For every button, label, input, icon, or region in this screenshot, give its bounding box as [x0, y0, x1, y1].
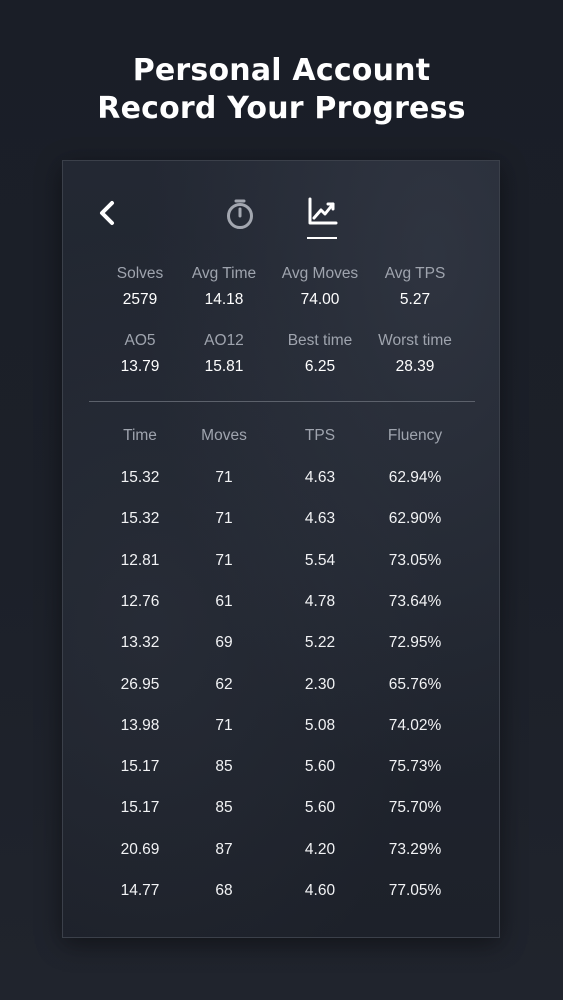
stat-label: Avg Moves [281, 265, 359, 282]
stat-value: 6.25 [304, 358, 336, 375]
solve-tps: 2.30 [304, 675, 336, 693]
stat-ao12: AO12 15.81 [174, 331, 274, 377]
solve-fluency: 72.95% [388, 634, 442, 652]
solve-moves: 87 [215, 840, 233, 858]
solve-fluency: 62.90% [388, 510, 442, 528]
table-row[interactable]: 15.17 85 5.60 75.73% [63, 755, 499, 779]
solve-fluency: 73.05% [388, 551, 442, 569]
stat-avg-moves: Avg Moves 74.00 [270, 264, 370, 310]
solve-fluency: 73.64% [388, 592, 442, 610]
solve-moves: 71 [215, 716, 233, 734]
solve-moves: 71 [215, 551, 233, 569]
table-row[interactable]: 15.32 71 4.63 62.94% [63, 466, 499, 490]
line-chart-icon [308, 197, 338, 225]
stats-card: Solves 2579 Avg Time 14.18 Avg Moves 74.… [62, 160, 500, 938]
stats-toolbar [63, 161, 499, 251]
solve-moves: 68 [215, 882, 233, 899]
solve-tps: 5.08 [304, 716, 336, 734]
table-row[interactable]: 15.17 85 5.60 75.70% [63, 796, 499, 820]
stat-value: 15.81 [204, 358, 244, 375]
table-row[interactable]: 13.32 69 5.22 72.95% [63, 631, 499, 655]
chevron-left-icon [100, 201, 114, 225]
stat-label: AO12 [204, 332, 244, 349]
solve-moves: 62 [215, 675, 233, 693]
column-header-moves: Moves [201, 427, 247, 444]
headline-line-2: Record Your Progress [97, 91, 466, 126]
stat-avg-tps: Avg TPS 5.27 [365, 264, 465, 310]
solve-fluency: 77.05% [388, 882, 442, 899]
back-button[interactable] [91, 197, 123, 229]
solve-moves: 61 [215, 592, 233, 610]
promo-headline: Personal Account Record Your Progress [0, 52, 563, 128]
table-row[interactable]: 26.95 62 2.30 65.76% [63, 673, 499, 697]
stats-tab[interactable] [303, 195, 341, 239]
solve-tps: 5.54 [304, 551, 336, 569]
table-header: Time Moves TPS Fluency [63, 424, 499, 448]
table-row[interactable]: 15.32 71 4.63 62.90% [63, 507, 499, 531]
stopwatch-icon [227, 199, 253, 229]
solve-moves: 69 [215, 634, 233, 652]
solve-fluency: 75.73% [388, 758, 442, 776]
solve-tps: 4.20 [304, 840, 336, 858]
solve-tps: 4.60 [304, 882, 336, 899]
table-row[interactable]: 13.98 71 5.08 74.02% [63, 714, 499, 738]
solve-fluency: 75.70% [388, 799, 442, 817]
active-tab-indicator [307, 237, 337, 239]
solve-tps: 5.60 [304, 799, 336, 817]
solve-moves: 71 [215, 510, 233, 528]
solve-tps: 4.78 [304, 592, 336, 610]
stat-value: 28.39 [395, 358, 435, 375]
table-row[interactable]: 12.76 61 4.78 73.64% [63, 590, 499, 614]
stat-value: 14.18 [204, 291, 244, 308]
stat-label: Avg TPS [384, 265, 446, 282]
solve-tps: 4.63 [304, 510, 336, 528]
stat-best-time: Best time 6.25 [270, 331, 370, 377]
solve-moves: 85 [215, 758, 233, 776]
column-header-fluency: Fluency [387, 427, 443, 444]
solve-tps: 5.22 [304, 634, 336, 652]
solve-tps: 4.63 [304, 469, 336, 486]
stat-label: Worst time [378, 332, 452, 349]
stat-label: Avg Time [191, 265, 257, 282]
solve-moves: 85 [215, 799, 233, 817]
table-row[interactable]: 12.81 71 5.54 73.05% [63, 549, 499, 573]
solve-fluency: 62.94% [388, 469, 442, 486]
headline-line-1: Personal Account [132, 53, 431, 88]
solve-fluency: 73.29% [388, 840, 442, 858]
solve-fluency: 74.02% [388, 716, 442, 734]
table-row[interactable]: 14.77 68 4.60 77.05% [63, 879, 499, 903]
section-divider [89, 401, 475, 402]
stat-label: Best time [287, 332, 353, 349]
solve-moves: 71 [215, 469, 233, 486]
stat-worst-time: Worst time 28.39 [365, 331, 465, 377]
stat-avg-time: Avg Time 14.18 [174, 264, 274, 310]
timer-tab[interactable] [223, 197, 257, 231]
column-header-tps: TPS [304, 427, 336, 444]
stat-value: 74.00 [300, 291, 340, 308]
solve-tps: 5.60 [304, 758, 336, 776]
solve-fluency: 65.76% [388, 675, 442, 693]
stat-value: 5.27 [399, 291, 431, 308]
table-row[interactable]: 20.69 87 4.20 73.29% [63, 838, 499, 862]
